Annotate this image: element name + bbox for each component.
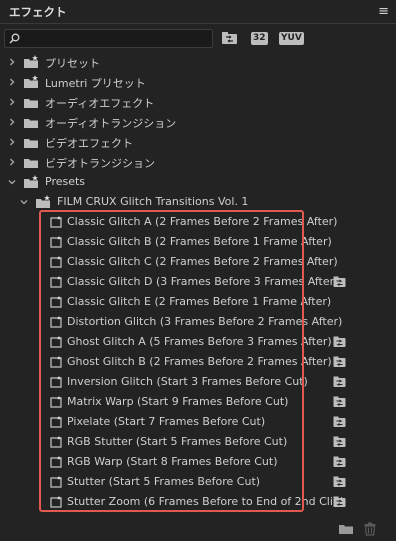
- preset-folder-icon: [24, 175, 38, 188]
- tree-item-label: Lumetri プリセット: [45, 77, 146, 90]
- search-input[interactable]: [23, 30, 208, 47]
- accelerated-effects-icon: [333, 336, 346, 347]
- chevron-right-icon[interactable]: [8, 98, 16, 106]
- folder-icon: [24, 159, 38, 168]
- new-folder-icon[interactable]: [338, 523, 354, 535]
- tree-item-label: オーディオトランジション: [45, 117, 177, 130]
- accelerated-effects-icon: [333, 416, 346, 427]
- chevron-right-icon[interactable]: [8, 58, 16, 66]
- folder-icon: [24, 119, 38, 128]
- accelerated-effects-icon: [333, 436, 346, 447]
- yuv-filter-button[interactable]: YUV: [279, 30, 304, 46]
- accelerated-effects-icon: [333, 356, 346, 367]
- highlight-box: [39, 210, 304, 512]
- accelerated-effects-icon: [333, 396, 346, 407]
- search-box[interactable]: [4, 29, 213, 48]
- tree-item-label: オーディオエフェクト: [45, 97, 155, 110]
- folder-icon: [24, 99, 38, 108]
- 32bit-label: 32: [251, 31, 268, 45]
- yuv-label: YUV: [279, 31, 304, 45]
- chevron-down-icon[interactable]: [8, 178, 16, 186]
- accelerated-effects-icon: [333, 276, 346, 287]
- tree-item-label: FILM CRUX Glitch Transitions Vol. 1: [57, 195, 249, 208]
- preset-folder-icon: [24, 75, 38, 88]
- accelerated-effects-icon: [222, 32, 237, 44]
- chevron-right-icon[interactable]: [8, 138, 16, 146]
- tree-folder-row[interactable]: オーディオエフェクト: [0, 92, 396, 112]
- tree-folder-row[interactable]: FILM CRUX Glitch Transitions Vol. 1: [0, 192, 396, 212]
- accelerated-effects-icon: [333, 496, 346, 507]
- tree-folder-row[interactable]: プリセット: [0, 52, 396, 72]
- chevron-right-icon[interactable]: [8, 78, 16, 86]
- header-divider: [0, 23, 396, 24]
- accelerated-effects-filter-button[interactable]: [221, 30, 239, 46]
- accelerated-effects-icon: [333, 456, 346, 467]
- chevron-right-icon[interactable]: [8, 158, 16, 166]
- tree-item-label: Presets: [45, 175, 86, 188]
- chevron-right-icon[interactable]: [8, 118, 16, 126]
- tree-item-label: ビデオトランジション: [45, 157, 155, 170]
- tree-folder-row[interactable]: オーディオトランジション: [0, 112, 396, 132]
- panel-header: エフェクト ≡: [0, 0, 396, 24]
- hamburger-menu-icon[interactable]: ≡: [378, 4, 389, 19]
- preset-folder-icon: [24, 55, 38, 68]
- chevron-down-icon[interactable]: [20, 198, 28, 206]
- panel-title: エフェクト: [9, 5, 67, 19]
- tree-folder-row[interactable]: ビデオトランジション: [0, 152, 396, 172]
- accelerated-effects-icon: [333, 476, 346, 487]
- tree-folder-row[interactable]: Lumetri プリセット: [0, 72, 396, 92]
- 32bit-filter-button[interactable]: 32: [251, 30, 268, 46]
- folder-icon: [24, 139, 38, 148]
- preset-folder-icon: [36, 195, 50, 208]
- tree-item-label: プリセット: [45, 57, 100, 70]
- tree-folder-row[interactable]: ビデオエフェクト: [0, 132, 396, 152]
- search-icon: [9, 33, 20, 44]
- panel-footer: [0, 517, 396, 541]
- accelerated-effects-icon: [333, 376, 346, 387]
- tree-item-label: ビデオエフェクト: [45, 137, 133, 150]
- tree-folder-row[interactable]: Presets: [0, 172, 396, 192]
- trash-icon[interactable]: [364, 522, 376, 536]
